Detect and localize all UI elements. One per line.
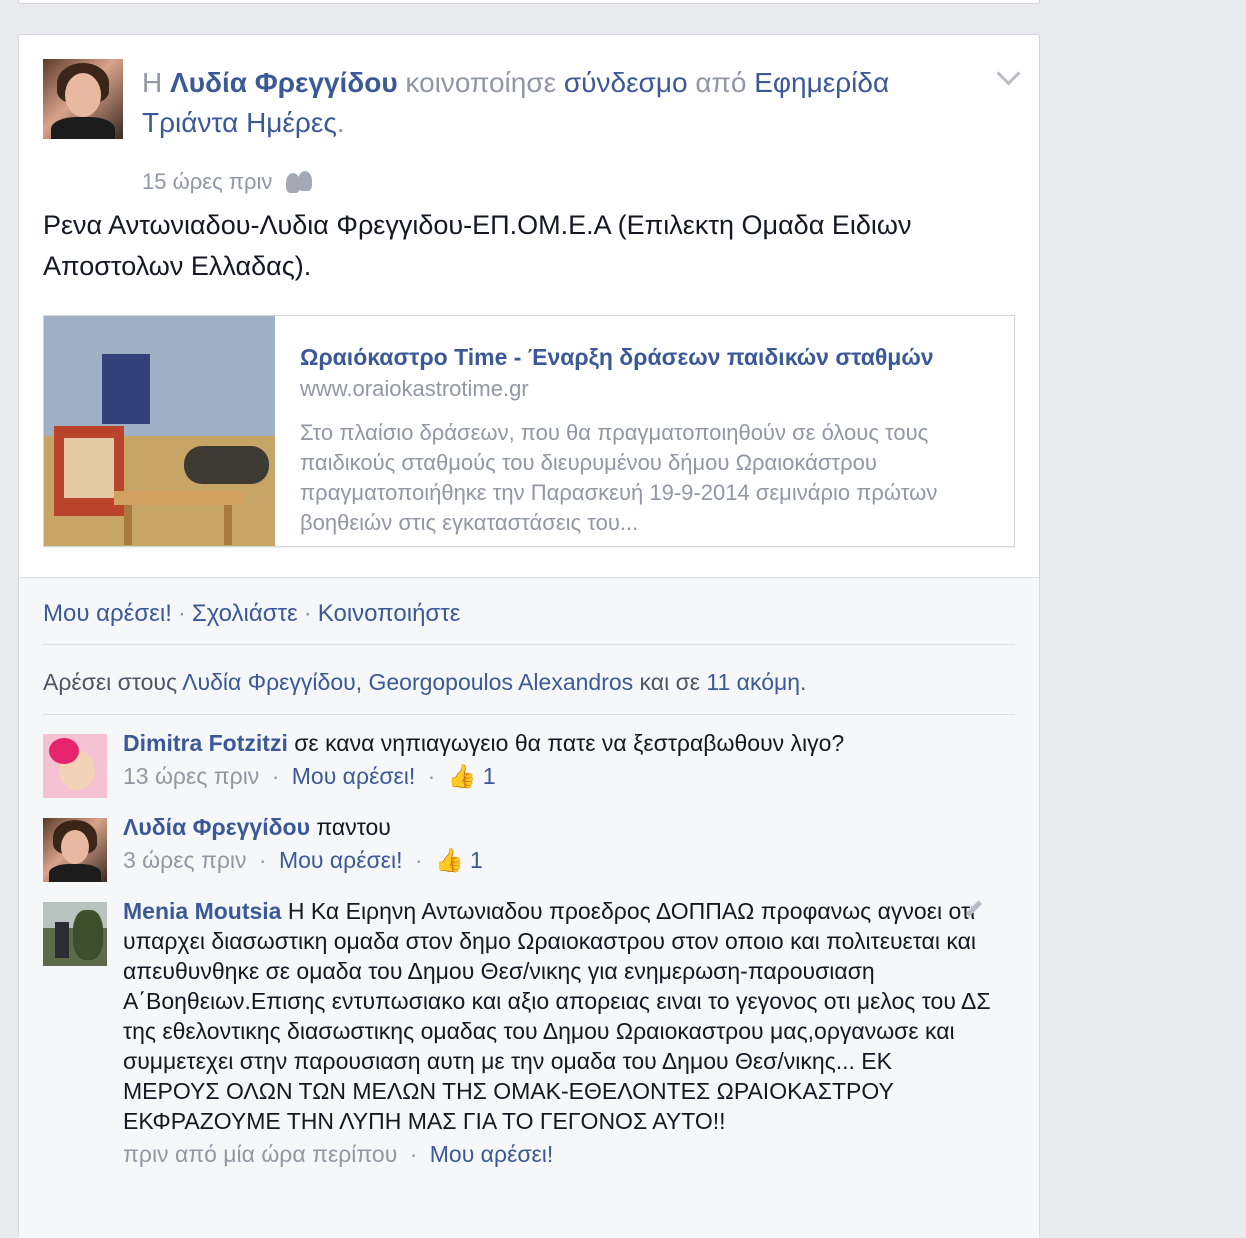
commenter-avatar[interactable] (43, 902, 107, 966)
meta-separator: · (271, 763, 280, 789)
commenter-name[interactable]: Menia Moutsia (123, 898, 281, 924)
meta-separator: · (258, 847, 267, 873)
comment-body: Λυδία Φρεγγίδου παντου 3 ώρες πριν · Μου… (123, 812, 1003, 878)
shared-link-domain: www.oraiokastrotime.gr (300, 376, 529, 401)
liker-link[interactable]: Λυδία Φρεγγίδου (182, 669, 356, 695)
other-likers-link[interactable]: 11 ακόμη (706, 669, 800, 695)
action-bar: Μου αρέσει! · Σχολιάστε · Κοινοποιήστε (43, 598, 460, 630)
headline-period: . (336, 107, 345, 138)
comment-body: Menia Moutsia Η Κα Ειρηνη Αντωνιαδου προ… (123, 896, 993, 1172)
comment-like-count[interactable]: 1 (470, 847, 483, 873)
comment-body: Dimitra Fotzitzi σε κανα νηπιαγωγειο θα … (123, 728, 1003, 794)
comment-timestamp[interactable]: 3 ώρες πριν (123, 847, 247, 873)
headline-from: από (695, 67, 747, 98)
friends-icon[interactable] (286, 171, 314, 193)
shared-link-title[interactable]: Ωραιόκαστρο Time - Έναρξη δράσεων παιδικ… (300, 340, 990, 374)
commenter-name[interactable]: Λυδία Φρεγγίδου (123, 814, 310, 840)
shared-link-card[interactable]: Ωραιόκαστρο Time - Έναρξη δράσεων παιδικ… (43, 315, 1015, 547)
action-separator: · (303, 600, 312, 627)
share-button[interactable]: Κοινοποιήστε (318, 600, 461, 627)
comment-timestamp[interactable]: πριν από μία ώρα περίπου (123, 1141, 397, 1167)
commenter-avatar[interactable] (43, 818, 107, 882)
comment-text: παντου (316, 814, 391, 840)
headline-prefix: Η (142, 67, 163, 98)
previous-post-card (18, 0, 1040, 4)
comment-button[interactable]: Σχολιάστε (192, 600, 298, 627)
comment-like-button[interactable]: Μου αρέσει! (292, 763, 416, 789)
post-timestamp[interactable]: 15 ώρες πριν (142, 169, 272, 195)
post-headline: Η Λυδία Φρεγγίδου κοινοποίησε σύνδεσμο α… (142, 63, 982, 143)
divider (43, 644, 1015, 645)
thumbs-up-icon[interactable]: 👍 (435, 842, 464, 878)
like-button[interactable]: Μου αρέσει! (43, 600, 172, 627)
divider (43, 714, 1015, 715)
comment-meta: 13 ώρες πριν · Μου αρέσει! · 👍 1 (123, 758, 1003, 794)
comment-like-button[interactable]: Μου αρέσει! (279, 847, 403, 873)
likes-summary: Αρέσει στους Λυδία Φρεγγίδου, Georgopoul… (43, 666, 806, 698)
commenter-avatar[interactable] (43, 734, 107, 798)
comment-timestamp[interactable]: 13 ώρες πριν (123, 763, 259, 789)
author-avatar[interactable] (43, 59, 123, 139)
chevron-down-icon[interactable] (996, 61, 1021, 86)
liker-link[interactable]: Georgopoulos Alexandros (368, 669, 633, 695)
comment-like-count[interactable]: 1 (483, 763, 496, 789)
comment-meta: 3 ώρες πριν · Μου αρέσει! · 👍 1 (123, 842, 1003, 878)
likes-and: και σε (639, 669, 701, 695)
author-link[interactable]: Λυδία Φρεγγίδου (170, 67, 398, 98)
shared-link-thumbnail[interactable] (44, 316, 275, 546)
meta-separator: · (409, 1141, 418, 1167)
post-card: Η Λυδία Φρεγγίδου κοινοποίησε σύνδεσμο α… (18, 34, 1040, 1238)
likes-prefix: Αρέσει στους (43, 669, 178, 695)
meta-separator: · (414, 847, 423, 873)
comment-like-button[interactable]: Μου αρέσει! (430, 1141, 554, 1167)
thumbs-up-icon[interactable]: 👍 (448, 758, 477, 794)
commenter-name[interactable]: Dimitra Fotzitzi (123, 730, 288, 756)
post-message: Ρενα Αντωνιαδου-Λυδια Φρεγγιδου-ΕΠ.ΟΜ.Ε.… (43, 210, 912, 281)
meta-separator: · (427, 763, 436, 789)
link-object[interactable]: σύνδεσμο (564, 67, 688, 98)
shared-link-text: Ωραιόκαστρο Time - Έναρξη δράσεων παιδικ… (300, 340, 990, 538)
headline-verb: κοινοποίησε (405, 67, 557, 98)
action-separator: · (177, 600, 186, 627)
likes-period: . (800, 669, 807, 695)
comment-text: Η Κα Ειρηνη Αντωνιαδου προεδρος ΔΟΠΠΑΩ π… (123, 898, 991, 1134)
shared-link-description: Στο πλαίσιο δράσεων, που θα πραγματοποιη… (300, 420, 938, 535)
post-timestamp-row: 15 ώρες πριν (142, 169, 314, 195)
feedback-area: Μου αρέσει! · Σχολιάστε · Κοινοποιήστε Αρέσε… (19, 577, 1039, 1238)
likes-comma: , (355, 669, 363, 695)
comment-text: σε κανα νηπιαγωγειο θα πατε να ξεστραβωθ… (294, 730, 845, 756)
comment-meta: πριν από μία ώρα περίπου · Μου αρέσει! (123, 1136, 993, 1172)
